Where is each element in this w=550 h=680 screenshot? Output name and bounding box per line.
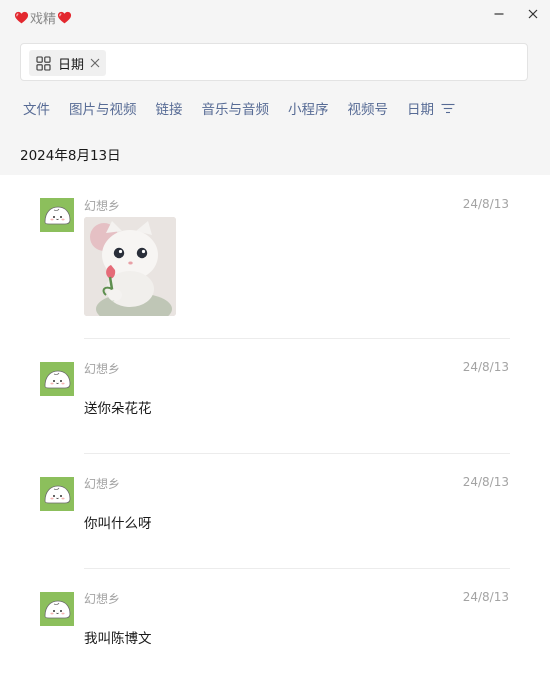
close-button[interactable] [520,4,546,24]
filter-tab-channels[interactable]: 视频号 [348,98,389,118]
filter-icon [441,103,455,113]
message-text: 我叫陈博文 [84,631,152,647]
grid-icon [36,55,51,71]
heart-icon [14,10,29,25]
filter-tab-date[interactable]: 日期 [407,98,455,118]
filter-chip-date[interactable]: 日期 [29,50,107,76]
list-item[interactable]: 幻想乡 24/8/13 你叫什么呀 [0,475,550,545]
message-text: 送你朵花花 [84,401,152,417]
divider [84,453,510,454]
message-time: 24/8/13 [462,475,509,489]
filter-tab-files[interactable]: 文件 [23,98,50,118]
date-heading: 2024年8月13日 [20,148,121,164]
window-title-area: 戏精 [14,7,72,27]
avatar[interactable] [40,362,74,396]
filter-tab-date-label: 日期 [407,102,434,118]
divider [84,338,510,339]
minimize-icon [494,13,504,15]
message-time: 24/8/13 [462,197,509,211]
search-input[interactable]: 日期 [20,43,528,81]
filter-chip-label: 日期 [58,57,85,73]
list-item[interactable]: 幻想乡 24/8/13 [0,197,550,322]
avatar[interactable] [40,592,74,626]
window-title: 戏精 [30,11,57,27]
message-time: 24/8/13 [462,590,509,604]
avatar[interactable] [40,477,74,511]
filter-tab-images-videos[interactable]: 图片与视频 [69,98,137,118]
list-item[interactable]: 幻想乡 24/8/13 我叫陈博文 [0,590,550,660]
close-icon[interactable] [90,58,100,68]
message-time: 24/8/13 [462,360,509,374]
filter-tab-links[interactable]: 链接 [156,98,183,118]
list-item[interactable]: 幻想乡 24/8/13 送你朵花花 [0,360,550,430]
heart-icon [57,10,72,25]
header-panel: 戏精 日期 文件 图片与视频 链接 音乐与音频 小程序 视频号 日期 2024年… [0,0,550,175]
sender-name: 幻想乡 [84,362,121,376]
sender-name: 幻想乡 [84,592,121,606]
filter-tab-mini-programs[interactable]: 小程序 [288,98,329,118]
avatar[interactable] [40,198,74,232]
close-icon [528,9,538,19]
sender-name: 幻想乡 [84,477,121,491]
minimize-button[interactable] [486,4,512,24]
sender-name: 幻想乡 [84,199,121,213]
message-text: 你叫什么呀 [84,516,152,532]
filter-tabs: 文件 图片与视频 链接 音乐与音频 小程序 视频号 日期 [23,98,474,118]
filter-tab-music-audio[interactable]: 音乐与音频 [202,98,270,118]
divider [84,568,510,569]
cat-photo[interactable] [84,217,176,316]
